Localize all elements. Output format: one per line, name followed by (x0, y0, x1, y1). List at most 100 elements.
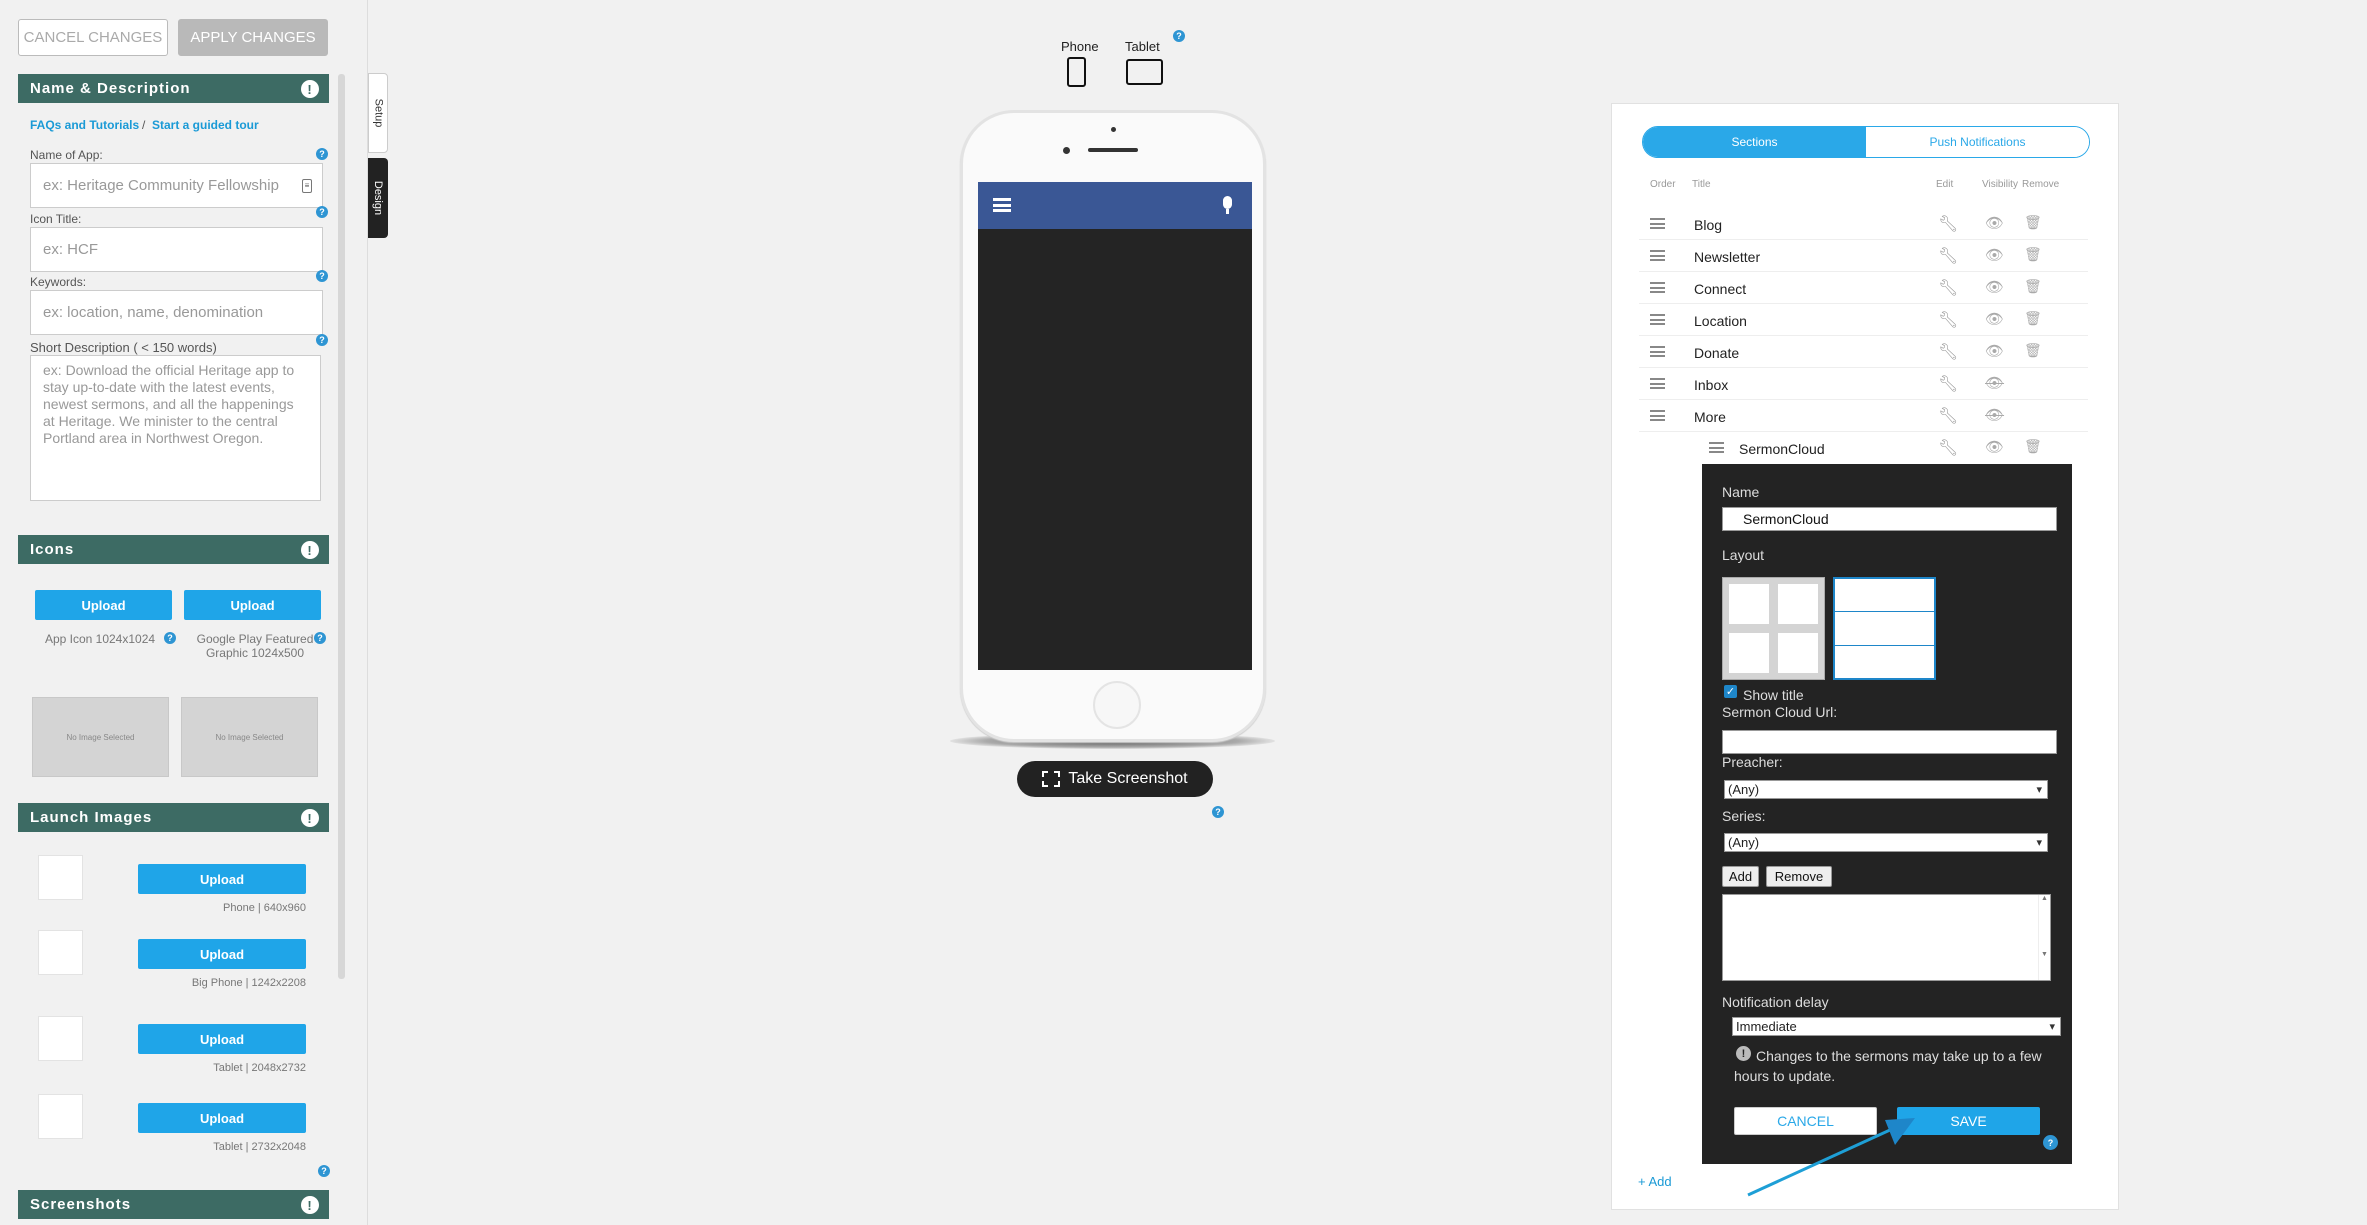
tab-push-notifications[interactable]: Push Notifications (1866, 127, 2089, 157)
app-name-input[interactable]: ex: Heritage Community Fellowship ≡ (30, 163, 323, 208)
wrench-icon[interactable]: 🔧︎ (1938, 278, 1958, 298)
section-row[interactable]: Donate 🔧︎ 👁︎ 🗑︎ (1639, 336, 2088, 368)
launch-upload-button[interactable]: Upload (138, 939, 306, 969)
microphone-icon[interactable] (1223, 196, 1232, 209)
tablet-icon[interactable] (1126, 59, 1163, 85)
eye-icon[interactable]: 👁︎ (1985, 310, 2004, 328)
trash-icon[interactable]: 🗑︎ (2024, 214, 2042, 231)
section-row[interactable]: Newsletter 🔧︎ 👁︎ 🗑︎ (1639, 240, 2088, 272)
tab-sections[interactable]: Sections (1643, 127, 1866, 157)
eye-icon[interactable]: 👁︎ (1985, 342, 2004, 360)
list-scrollbar[interactable]: ▲ ▼ (2038, 895, 2050, 980)
trash-icon[interactable]: 🗑︎ (2024, 246, 2042, 263)
help-icon[interactable]: ? (1212, 806, 1224, 818)
series-select[interactable]: (Any) (1724, 833, 2048, 852)
eye-icon[interactable]: 👁︎ (1985, 438, 2004, 456)
launch-upload-button[interactable]: Upload (138, 1103, 306, 1133)
wrench-icon[interactable]: 🔧︎ (1938, 342, 1958, 362)
help-icon[interactable]: ? (314, 632, 326, 644)
section-row[interactable]: Location 🔧︎ 👁︎ 🗑︎ (1639, 304, 2088, 336)
section-row[interactable]: Inbox 🔧︎ 👁︎ (1639, 368, 2088, 400)
eye-hidden-icon[interactable]: 👁︎ (1985, 406, 2004, 424)
notification-delay-select[interactable]: Immediate (1732, 1017, 2061, 1036)
drag-handle-icon[interactable] (1650, 378, 1665, 389)
help-icon[interactable]: ? (318, 1165, 330, 1177)
drag-handle-icon[interactable] (1650, 218, 1665, 229)
section-row[interactable]: Connect 🔧︎ 👁︎ 🗑︎ (1639, 272, 2088, 304)
wrench-icon[interactable]: 🔧︎ (1938, 406, 1958, 426)
section-name-input[interactable]: SermonCloud (1722, 507, 2057, 531)
drag-handle-icon[interactable] (1709, 442, 1724, 453)
wrench-icon[interactable]: 🔧︎ (1938, 374, 1958, 394)
drag-handle-icon[interactable] (1650, 346, 1665, 357)
name-description-header[interactable]: Name & Description ! (18, 74, 329, 103)
icons-header[interactable]: Icons ! (18, 535, 329, 564)
wrench-icon[interactable]: 🔧︎ (1938, 438, 1958, 458)
show-title-checkbox[interactable]: ✓ (1724, 685, 1737, 698)
sermon-url-input[interactable] (1722, 730, 2057, 754)
faq-link[interactable]: FAQs and Tutorials (30, 118, 139, 132)
app-icon-preview: No Image Selected (32, 697, 169, 777)
help-icon[interactable]: ? (1173, 30, 1185, 42)
eye-icon[interactable]: 👁︎ (1985, 278, 2004, 296)
take-screenshot-button[interactable]: Take Screenshot (1017, 761, 1213, 797)
preacher-select[interactable]: (Any) (1724, 780, 2048, 799)
phone-toggle-label: Phone (1061, 39, 1099, 54)
section-name: SermonCloud (1739, 441, 1825, 457)
drag-handle-icon[interactable] (1650, 250, 1665, 261)
help-icon[interactable]: ? (316, 206, 328, 218)
guided-tour-link[interactable]: Start a guided tour (152, 118, 259, 132)
help-icon[interactable]: ? (2043, 1135, 2058, 1150)
trash-icon[interactable]: 🗑︎ (2024, 438, 2042, 455)
add-section-link[interactable]: + Add (1638, 1174, 1672, 1189)
apply-changes-button[interactable]: APPLY CHANGES (178, 19, 328, 56)
section-subrow[interactable]: SermonCloud 🔧︎ 👁︎ 🗑︎ (1639, 432, 2088, 464)
trash-icon[interactable]: 🗑︎ (2024, 342, 2042, 359)
tab-design-label: Design (372, 180, 384, 216)
trash-icon[interactable]: 🗑︎ (2024, 310, 2042, 327)
wrench-icon[interactable]: 🔧︎ (1938, 246, 1958, 266)
column-remove: Remove (2022, 179, 2060, 190)
microphone-stand (1226, 209, 1229, 214)
section-row[interactable]: More 🔧︎ 👁︎ (1639, 400, 2088, 432)
remove-button[interactable]: Remove (1766, 866, 1832, 887)
help-icon[interactable]: ? (164, 632, 176, 644)
drag-handle-icon[interactable] (1650, 410, 1665, 421)
help-icon[interactable]: ? (316, 334, 328, 346)
eye-icon[interactable]: 👁︎ (1985, 246, 2004, 264)
app-icon-upload-button[interactable]: Upload (35, 590, 172, 620)
take-screenshot-label: Take Screenshot (1068, 770, 1188, 787)
section-editor: Name SermonCloud Layout ✓ Show title Ser… (1702, 464, 2072, 1164)
launch-upload-button[interactable]: Upload (138, 1024, 306, 1054)
wrench-icon[interactable]: 🔧︎ (1938, 310, 1958, 330)
trash-icon[interactable]: 🗑︎ (2024, 278, 2042, 295)
hamburger-icon[interactable] (993, 198, 1011, 212)
layout-list-option[interactable] (1833, 577, 1936, 680)
drag-handle-icon[interactable] (1650, 314, 1665, 325)
layout-grid-option[interactable] (1722, 577, 1825, 680)
help-icon[interactable]: ? (316, 270, 328, 282)
short-description-textarea[interactable]: ex: Download the official Heritage app t… (30, 355, 321, 501)
tab-design[interactable]: Design (368, 158, 388, 238)
column-title: Title (1692, 179, 1711, 190)
keywords-input[interactable]: ex: location, name, denomination (30, 290, 323, 335)
screenshots-header[interactable]: Screenshots ! (18, 1190, 329, 1219)
launch-upload-button[interactable]: Upload (138, 864, 306, 894)
wrench-icon[interactable]: 🔧︎ (1938, 214, 1958, 234)
section-row[interactable]: Blog 🔧︎ 👁︎ 🗑︎ (1639, 208, 2088, 240)
eye-icon[interactable]: 👁︎ (1985, 214, 2004, 232)
drag-handle-icon[interactable] (1650, 282, 1665, 293)
icon-title-input[interactable]: ex: HCF (30, 227, 323, 272)
cancel-changes-button[interactable]: CANCEL CHANGES (18, 19, 168, 56)
launch-caption: Phone | 640x960 (223, 902, 306, 914)
left-scrollbar[interactable] (338, 74, 345, 979)
eye-hidden-icon[interactable]: 👁︎ (1985, 374, 2004, 392)
selection-list[interactable]: ▲ ▼ (1722, 894, 2051, 981)
phone-icon[interactable] (1067, 57, 1086, 87)
google-graphic-upload-button[interactable]: Upload (184, 590, 321, 620)
launch-images-header[interactable]: Launch Images ! (18, 803, 329, 832)
help-icon[interactable]: ? (316, 148, 328, 160)
tab-setup[interactable]: Setup (368, 73, 388, 153)
add-button[interactable]: Add (1722, 866, 1759, 887)
autofill-icon[interactable]: ≡ (302, 178, 312, 193)
